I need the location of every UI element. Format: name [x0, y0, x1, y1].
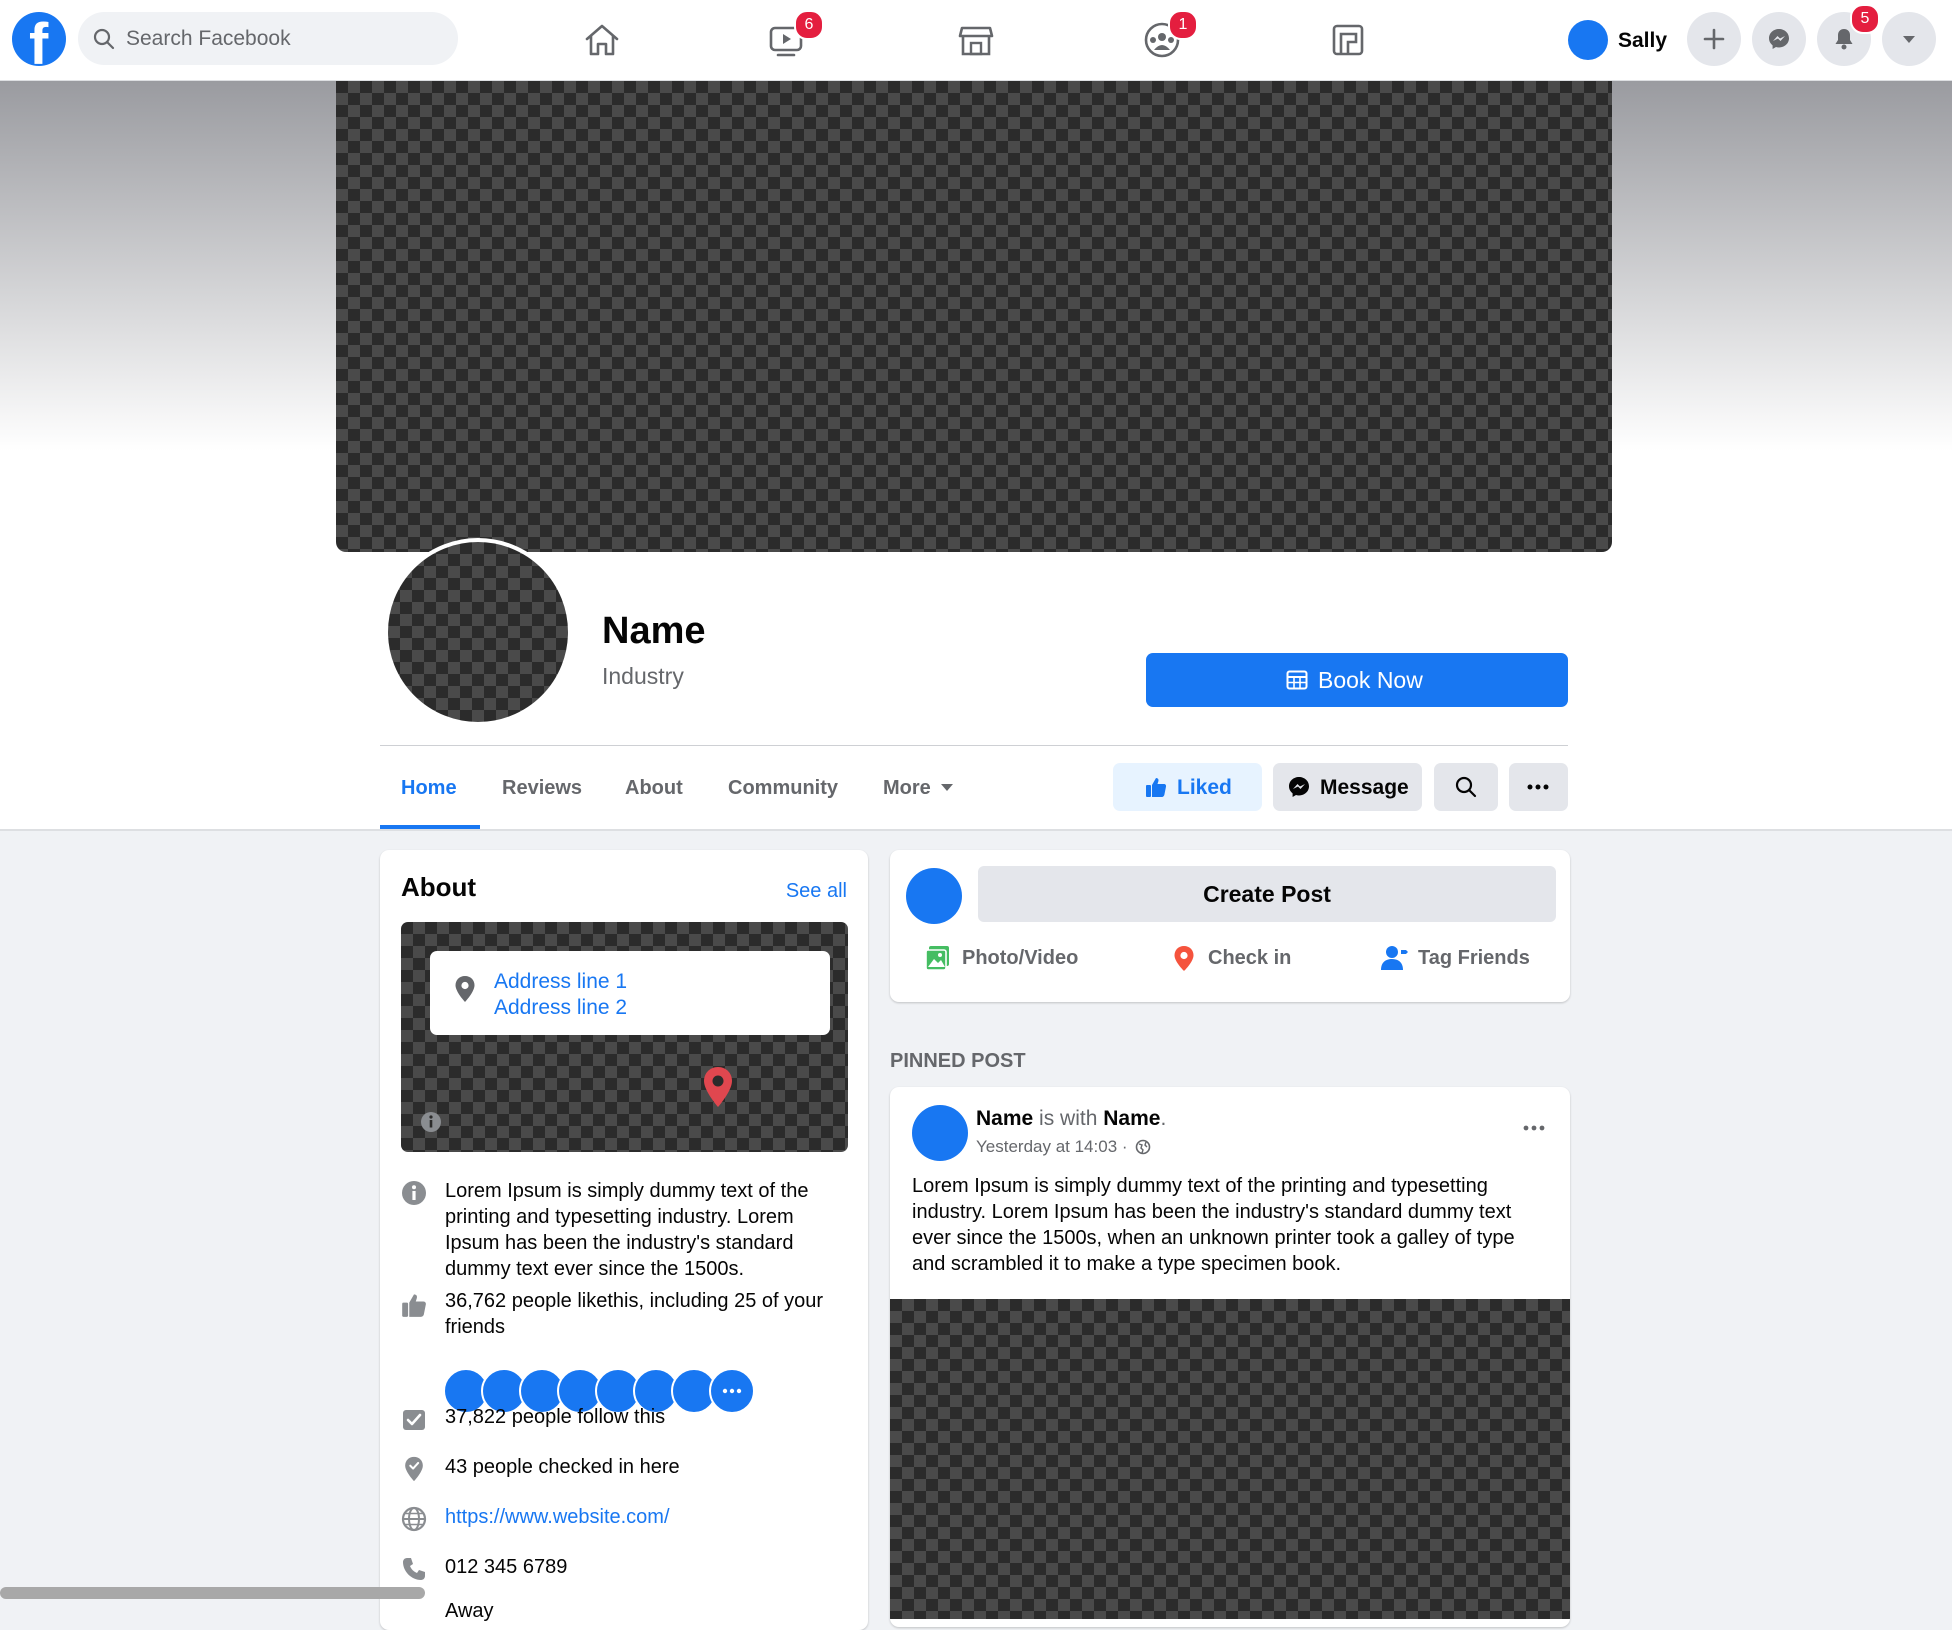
horizontal-scrollbar[interactable] — [0, 1587, 425, 1599]
liked-label: Liked — [1177, 776, 1232, 799]
gaming-icon[interactable] — [1326, 18, 1370, 62]
post-with-text: is with — [1039, 1107, 1098, 1130]
page-avatar — [906, 868, 962, 924]
liked-button[interactable]: Liked — [1113, 763, 1262, 811]
checkin-icon — [405, 1456, 423, 1482]
search-icon — [93, 28, 115, 50]
tab-reviews[interactable]: Reviews — [502, 777, 582, 800]
create-post-card: Create Post Photo/Video Check in Tag Fri… — [890, 850, 1570, 1002]
pinned-post-card: Name is with Name. Yesterday at 14:03 · … — [890, 1087, 1570, 1627]
hours-status: Away — [445, 1600, 494, 1622]
check-in-label: Check in — [1208, 947, 1292, 969]
user-name: Sally — [1618, 29, 1668, 52]
location-pin-icon — [455, 976, 475, 1002]
post-image[interactable] — [890, 1299, 1570, 1619]
account-menu-button[interactable] — [1882, 12, 1936, 66]
thumbs-up-icon — [1146, 778, 1167, 797]
cover-photo[interactable] — [336, 81, 1612, 552]
book-now-button[interactable]: Book Now — [1146, 653, 1568, 707]
post-time-text: Yesterday at 14:03 · — [976, 1137, 1128, 1156]
search-placeholder: Search Facebook — [126, 27, 291, 50]
see-all-link[interactable]: See all — [786, 880, 847, 903]
post-author-avatar[interactable] — [912, 1105, 968, 1161]
profile-picture[interactable] — [384, 538, 572, 726]
messenger-button[interactable] — [1752, 12, 1806, 66]
header-bottom-border — [0, 829, 1952, 831]
follows-count: 37,822 people follow this — [445, 1406, 666, 1428]
map-marker-icon — [704, 1067, 732, 1107]
check-in-pin-icon — [1174, 946, 1194, 971]
location-map[interactable]: Address line 1 Address line 2 — [401, 922, 848, 1152]
globe-icon — [1135, 1139, 1151, 1155]
notifications-badge: 5 — [1850, 4, 1880, 34]
tag-friends-icon — [1381, 946, 1408, 970]
ellipsis-icon — [1523, 1125, 1545, 1131]
checkins-count: 43 people checked in here — [445, 1456, 680, 1478]
post-header-period: . — [1160, 1107, 1167, 1130]
plus-icon — [1703, 28, 1725, 50]
tab-more[interactable]: More — [883, 777, 953, 800]
post-options-button[interactable] — [1522, 1119, 1546, 1131]
address-line-1[interactable]: Address line 1 — [494, 970, 627, 994]
phone-number[interactable]: 012 345 6789 — [445, 1554, 845, 1580]
post-header: Name is with Name. — [976, 1107, 1166, 1131]
post-timestamp[interactable]: Yesterday at 14:03 · — [976, 1137, 1151, 1157]
map-info-icon[interactable] — [420, 1111, 442, 1133]
search-input[interactable]: Search Facebook — [78, 12, 458, 65]
message-label: Message — [1320, 776, 1409, 799]
header-divider — [380, 745, 1568, 746]
post-body-text: Lorem Ipsum is simply dummy text of the … — [912, 1175, 1515, 1275]
logo-glyph: f — [29, 12, 49, 67]
watch-badge: 6 — [794, 10, 824, 40]
more-options-button[interactable] — [1509, 763, 1568, 811]
tab-about[interactable]: About — [625, 777, 683, 800]
address-box: Address line 1 Address line 2 — [430, 951, 830, 1035]
post-author[interactable]: Name — [976, 1107, 1033, 1130]
bell-icon — [1835, 29, 1853, 50]
globe-icon — [401, 1506, 427, 1532]
marketplace-icon[interactable] — [954, 18, 998, 62]
ellipsis-icon — [722, 1388, 742, 1394]
tab-community[interactable]: Community — [728, 777, 838, 800]
more-caret-icon — [940, 784, 953, 791]
caret-down-icon — [1903, 36, 1915, 43]
follow-icon — [403, 1410, 425, 1430]
top-navigation-bar: f Search Facebook 6 1 Sally 5 — [0, 0, 1952, 81]
page-category: Industry — [602, 663, 684, 689]
pinned-post-heading: PINNED POST — [890, 1050, 1026, 1072]
phone-icon — [403, 1558, 425, 1580]
facebook-logo-icon[interactable]: f — [12, 12, 66, 66]
messenger-icon — [1769, 29, 1789, 49]
thumbs-up-icon — [402, 1294, 426, 1317]
about-card: About See all Address line 1 Address lin… — [380, 850, 868, 1630]
info-icon — [402, 1181, 426, 1205]
home-icon[interactable] — [580, 18, 624, 62]
about-heading: About — [401, 872, 477, 902]
ellipsis-icon — [1527, 784, 1549, 790]
search-icon — [1455, 776, 1477, 798]
message-button[interactable]: Message — [1273, 763, 1422, 811]
page-search-button[interactable] — [1434, 763, 1498, 811]
photo-video-label: Photo/Video — [962, 947, 1079, 969]
book-now-label: Book Now — [1318, 667, 1423, 693]
user-avatar — [1568, 20, 1608, 60]
tab-more-label: More — [883, 777, 931, 799]
tab-home[interactable]: Home — [401, 777, 457, 800]
page-description: Lorem Ipsum is simply dummy text of the … — [445, 1180, 809, 1280]
website-link[interactable]: https://www.website.com/ — [445, 1504, 845, 1530]
calendar-icon — [1286, 670, 1308, 690]
groups-badge: 1 — [1168, 10, 1198, 40]
create-button[interactable] — [1687, 12, 1741, 66]
messenger-icon — [1289, 777, 1309, 797]
create-post-button[interactable]: Create Post — [978, 866, 1556, 922]
likes-count[interactable]: 36,762 people likethis, including 25 of … — [445, 1288, 845, 1340]
photo-icon — [925, 946, 949, 971]
address-line-2[interactable]: Address line 2 — [494, 996, 627, 1020]
tag-friends-label: Tag Friends — [1418, 947, 1530, 969]
page-title: Name — [602, 610, 706, 652]
post-tagged-name[interactable]: Name — [1103, 1107, 1160, 1130]
